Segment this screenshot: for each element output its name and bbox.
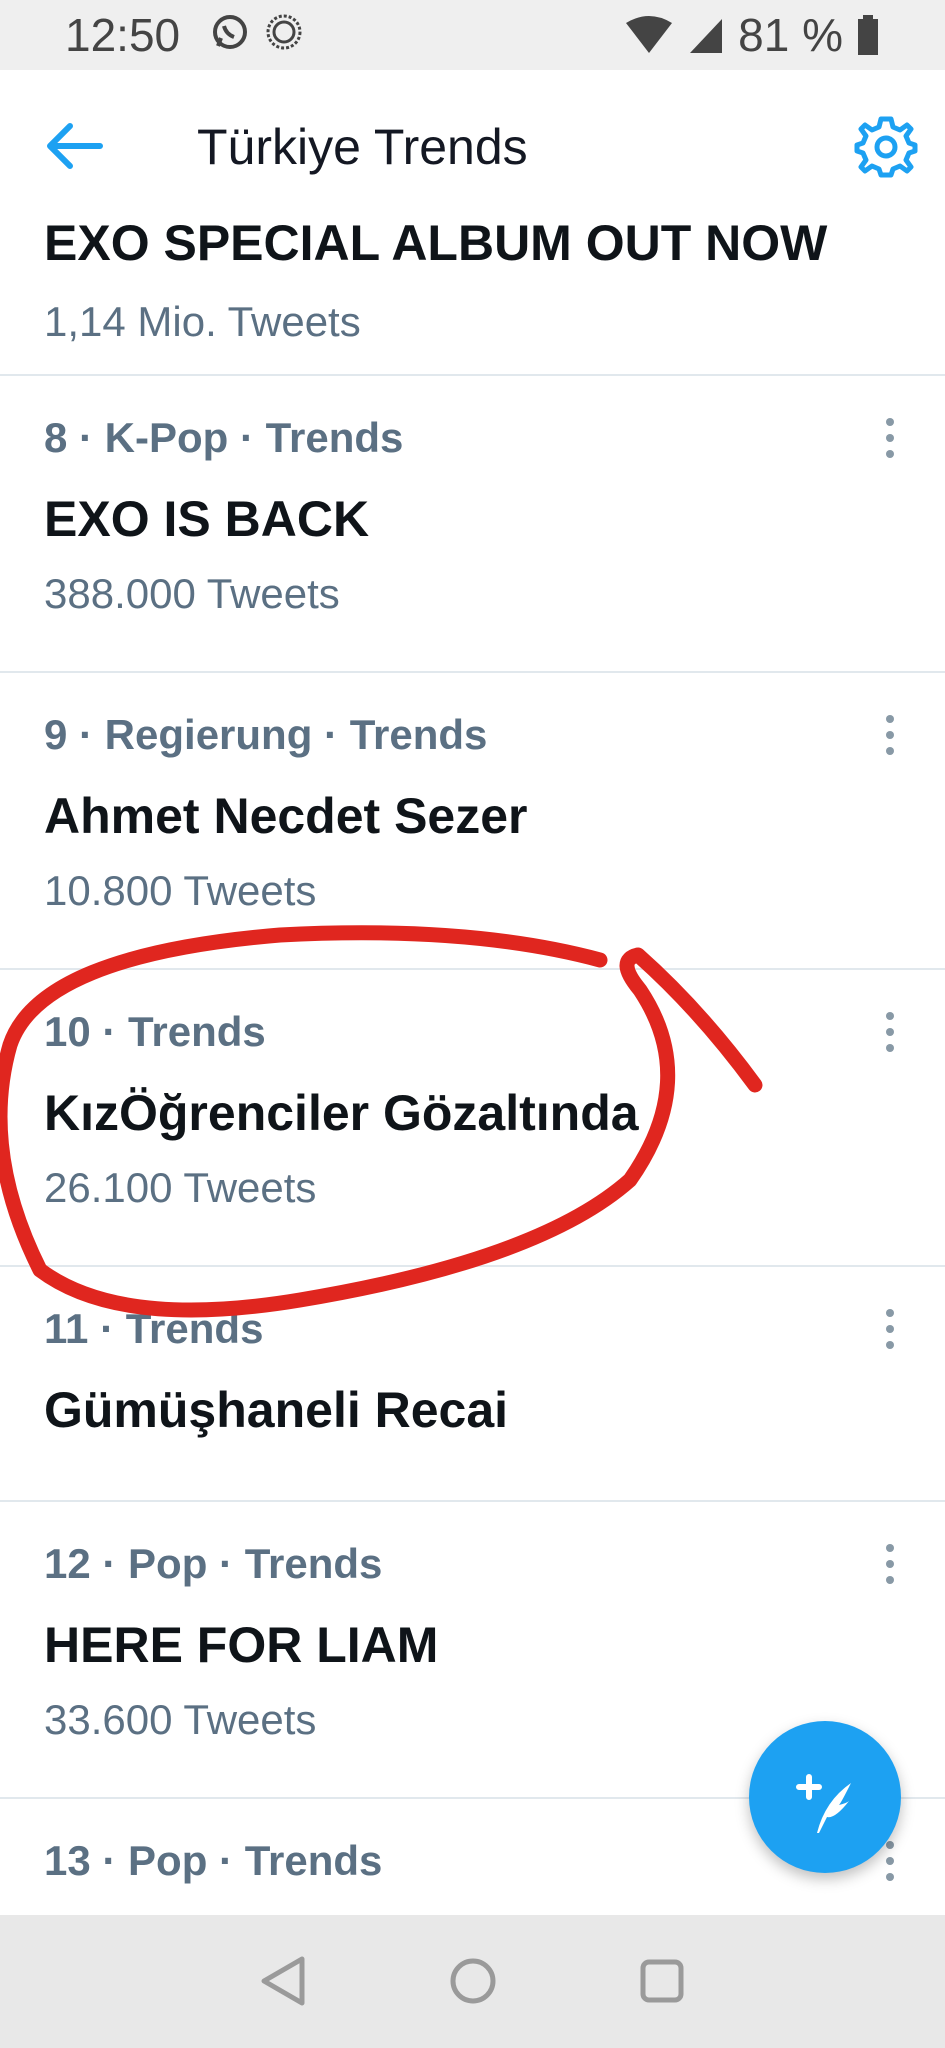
trend-meta: 10 · Trends — [44, 1008, 266, 1055]
more-options-button[interactable] — [875, 1309, 905, 1353]
compose-icon — [796, 1774, 851, 1833]
trend-meta: 8 · K-Pop · Trends — [44, 414, 404, 461]
trend-name: HERE FOR LIAM — [44, 1617, 439, 1673]
trend-item[interactable]: EXO SPECIAL ALBUM OUT NOW 1,14 Mio. Twee… — [0, 222, 945, 374]
trend-count: 26.100 Tweets — [44, 1164, 317, 1211]
trend-count: 10.800 Tweets — [44, 867, 317, 914]
trend-name: Gümüşhaneli Recai — [44, 1382, 509, 1438]
wifi-icon — [626, 16, 673, 53]
gear-icon — [854, 116, 918, 178]
trend-count: 33.600 Tweets — [44, 1696, 317, 1743]
trend-item[interactable]: 10 · Trends KızÖğrenciler Gözaltında 26.… — [0, 968, 945, 1266]
nav-home-button[interactable] — [448, 1953, 498, 2014]
nav-recents-button[interactable] — [637, 1953, 687, 2014]
trend-count: 1,14 Mio. Tweets — [44, 298, 361, 345]
trend-meta: 9 · Regierung · Trends — [44, 711, 488, 758]
status-right: 81 % — [624, 8, 879, 62]
trend-item[interactable]: 11 · Trends Gümüşhaneli Recai — [0, 1265, 945, 1501]
arrow-left-icon — [47, 123, 103, 169]
status-bar: 12:50 81 % — [0, 0, 945, 70]
trend-item[interactable]: 8 · K-Pop · Trends EXO IS BACK 388.000 T… — [0, 374, 945, 672]
trend-count: 388.000 Tweets — [44, 570, 340, 617]
back-button[interactable] — [40, 116, 112, 176]
clock-icon — [266, 14, 302, 50]
trend-item[interactable]: 9 · Regierung · Trends Ahmet Necdet Seze… — [0, 671, 945, 969]
more-options-button[interactable] — [875, 715, 905, 759]
settings-button[interactable] — [853, 114, 919, 180]
square-recents-icon — [640, 1959, 684, 2003]
system-nav-bar — [0, 1915, 945, 2048]
trends-list: EXO SPECIAL ALBUM OUT NOW 1,14 Mio. Twee… — [0, 222, 945, 1915]
signal-icon — [690, 19, 723, 53]
status-time: 12:50 — [65, 9, 181, 61]
trend-meta: 13 · Pop · Trends — [44, 1837, 383, 1884]
circle-home-icon — [450, 1958, 496, 2004]
trend-name: EXO SPECIAL ALBUM OUT NOW — [44, 222, 828, 271]
page-title: Türkiye Trends — [197, 119, 528, 175]
battery-percent: 81 % — [738, 9, 843, 61]
trend-name: Ahmet Necdet Sezer — [44, 788, 528, 844]
trend-name: KızÖğrenciler Gözaltında — [44, 1085, 639, 1141]
status-left-icons — [210, 12, 304, 52]
compose-tweet-button[interactable] — [749, 1721, 901, 1873]
app-bar: Türkiye Trends — [0, 70, 945, 222]
whatsapp-icon — [213, 15, 247, 49]
more-options-button[interactable] — [875, 1544, 905, 1588]
battery-icon — [858, 15, 878, 55]
trend-name: EXO IS BACK — [44, 491, 370, 547]
more-options-button[interactable] — [875, 1012, 905, 1056]
trend-meta: 12 · Pop · Trends — [44, 1540, 383, 1587]
triangle-back-icon — [261, 1956, 305, 2006]
nav-back-button[interactable] — [258, 1953, 308, 2014]
more-options-button[interactable] — [875, 418, 905, 462]
trend-meta: 11 · Trends — [44, 1305, 264, 1352]
